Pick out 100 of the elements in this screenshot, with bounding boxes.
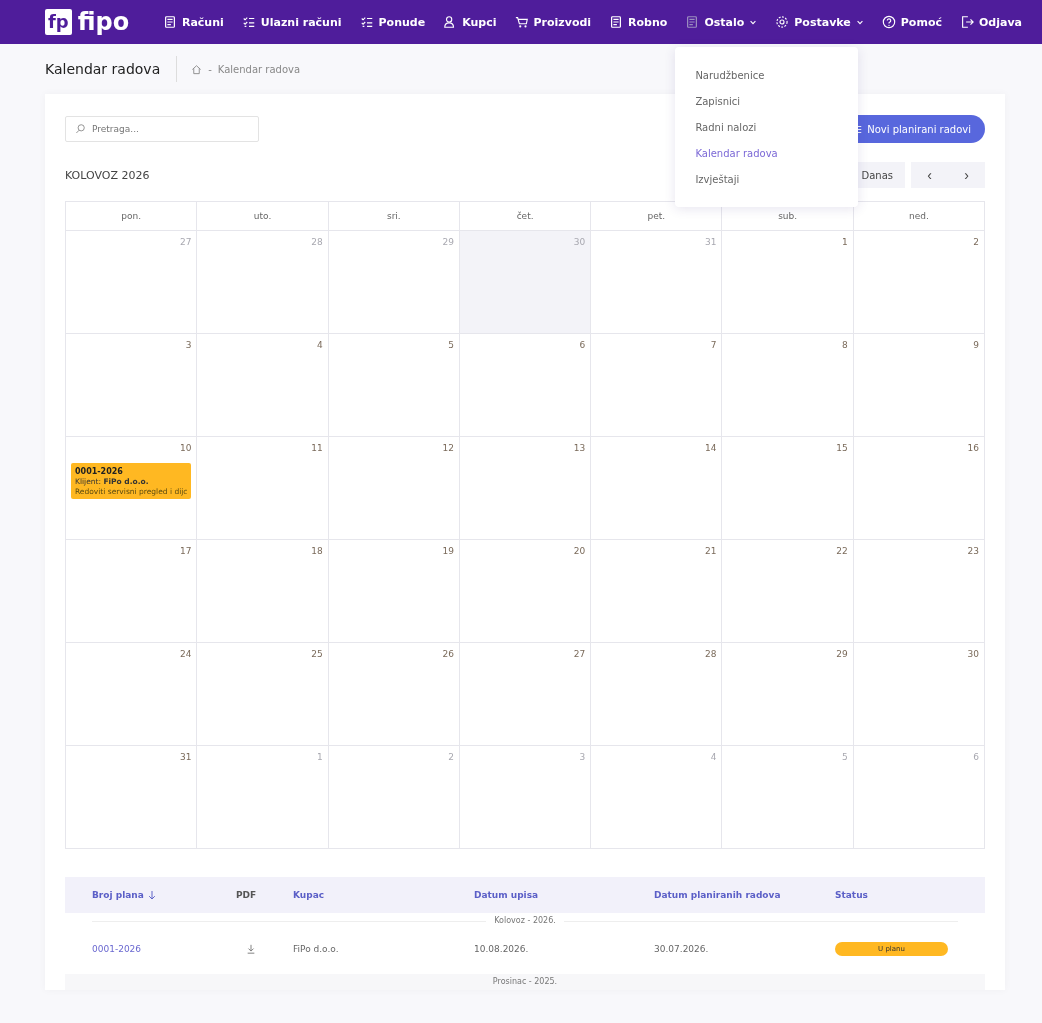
nav-item[interactable]: Proizvodi	[514, 15, 592, 29]
day-number: 3	[185, 340, 192, 350]
column-header[interactable]: Datum upisa	[474, 890, 654, 900]
day-cell[interactable]: 19	[328, 540, 460, 643]
day-cell[interactable]: 22	[722, 540, 854, 643]
day-cell[interactable]: 20	[459, 540, 592, 643]
day-cell[interactable]: 1	[722, 231, 854, 334]
weekday-header: pet.	[591, 202, 723, 231]
logo-name[interactable]: fipo	[77, 8, 130, 36]
day-number: 4	[316, 340, 323, 350]
weekday-header: sri.	[328, 202, 460, 231]
day-number: 12	[442, 443, 454, 453]
menu-item[interactable]: Narudžbenice	[675, 63, 859, 89]
day-cell[interactable]: 9	[853, 334, 985, 437]
day-number: 18	[311, 546, 323, 556]
day-cell[interactable]: 16	[853, 437, 985, 540]
day-number: 21	[705, 546, 717, 556]
nav-item[interactable]: Računi	[162, 15, 224, 29]
nav-item[interactable]: Ulazni računi	[241, 15, 342, 29]
next-button[interactable]: ›	[948, 162, 985, 188]
day-cell[interactable]: 15	[722, 437, 854, 540]
day-number: 31	[180, 752, 192, 762]
column-header[interactable]: Datum planiranih radova	[654, 890, 835, 900]
plan-number-link[interactable]: 0001-2026	[92, 944, 236, 954]
receipt-icon	[162, 15, 177, 29]
day-number: 30	[967, 649, 979, 659]
weekday-header: ned.	[853, 202, 985, 231]
download-icon[interactable]	[246, 944, 256, 954]
caret-icon	[749, 18, 758, 26]
day-number: 9	[973, 340, 979, 350]
event-number: 0001-2026	[75, 467, 124, 476]
nav-item[interactable]: Kupci	[443, 15, 497, 29]
day-cell[interactable]: 4	[197, 334, 329, 437]
day-number: 16	[967, 443, 979, 453]
day-cell[interactable]: 8	[722, 334, 854, 437]
day-cell[interactable]: 6	[459, 334, 592, 437]
day-cell[interactable]: 3	[66, 334, 198, 437]
day-number: 7	[710, 340, 717, 350]
day-cell[interactable]: 7	[591, 334, 723, 437]
menu-item[interactable]: Zapisnici	[675, 89, 859, 115]
nav-item[interactable]: Ponude	[359, 15, 426, 29]
nav-item[interactable]: Postavke	[775, 15, 864, 29]
day-cell[interactable]: 29	[722, 643, 854, 746]
day-cell[interactable]: 28	[591, 643, 723, 746]
day-cell[interactable]: 5	[328, 334, 460, 437]
home-icon[interactable]	[191, 63, 203, 75]
gear-icon	[775, 15, 790, 29]
logo-mark[interactable]: fp	[45, 9, 72, 35]
day-number: 4	[710, 752, 717, 762]
nav-item[interactable]: Ostalo	[685, 15, 758, 29]
day-cell[interactable]: 18	[197, 540, 329, 643]
day-cell[interactable]: 31	[66, 746, 198, 849]
breadcrumb-current: Kalendar radova	[217, 63, 301, 75]
day-number: 17	[180, 546, 192, 556]
day-number: 2	[448, 752, 454, 762]
question-icon	[881, 15, 896, 29]
breadcrumb-separator: -	[208, 63, 212, 75]
day-number: 10	[180, 443, 192, 453]
day-cell[interactable]: 25	[197, 643, 329, 746]
day-cell[interactable]: 21	[591, 540, 723, 643]
day-cell[interactable]: 26	[328, 643, 460, 746]
day-cell[interactable]: 17	[66, 540, 198, 643]
checklist-icon	[359, 15, 374, 29]
day-cell[interactable]: 2	[853, 231, 985, 334]
day-cell[interactable]: 12	[328, 437, 460, 540]
day-number: 15	[836, 443, 848, 453]
day-number: 29	[442, 237, 454, 247]
receipt-icon	[609, 15, 624, 29]
column-header[interactable]: Status	[835, 890, 955, 900]
cart-icon	[514, 15, 529, 29]
search-field[interactable]: Pretraga...	[65, 116, 259, 142]
column-header[interactable]: Broj plana	[92, 890, 236, 900]
logout-icon	[960, 15, 974, 29]
column-header[interactable]: Kupac	[293, 890, 474, 900]
day-number: 11	[311, 443, 323, 453]
nav-item[interactable]: Robno	[609, 15, 668, 29]
day-number: 8	[842, 340, 848, 350]
day-number: 2	[973, 237, 979, 247]
checklist-icon	[241, 15, 256, 29]
table-cell-text: 10.08.2026.	[474, 944, 530, 954]
table-cell-text: FiPo d.o.o.	[293, 944, 340, 954]
nav-item[interactable]: Odjava	[960, 15, 1022, 29]
previous-button[interactable]: ‹	[911, 162, 948, 188]
day-number: 5	[448, 340, 454, 350]
day-cell[interactable]: 13	[459, 437, 592, 540]
day-number: 31	[705, 237, 717, 247]
day-number: 26	[442, 649, 454, 659]
column-header[interactable]: PDF	[236, 890, 293, 900]
day-cell[interactable]: 27	[459, 643, 592, 746]
day-cell[interactable]: 14	[591, 437, 723, 540]
nav-item[interactable]: Pomoć	[881, 15, 942, 29]
day-cell[interactable]: 23	[853, 540, 985, 643]
day-cell[interactable]: 24	[66, 643, 198, 746]
day-cell[interactable]: 30	[853, 643, 985, 746]
day-cell[interactable]: 11	[197, 437, 329, 540]
day-number: 24	[180, 649, 192, 659]
day-number: 6	[973, 752, 979, 762]
day-number: 1	[316, 752, 323, 762]
day-number: 23	[967, 546, 979, 556]
day-number: 27	[573, 649, 586, 659]
